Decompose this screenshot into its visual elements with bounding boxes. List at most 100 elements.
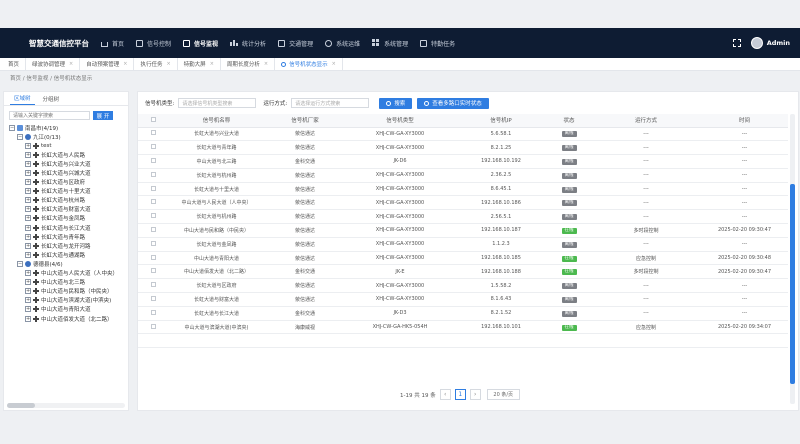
nav-item-6[interactable]: 系统管理 [366, 28, 414, 58]
row-checkbox[interactable] [150, 295, 156, 301]
row-select-cell[interactable] [138, 195, 168, 211]
tab-group-tree[interactable]: 分组树 [39, 92, 64, 105]
table-row[interactable]: 长虹大道与财富大道 荥信通达 XHJ-CW-GA-XY3000 8.1.6.43 离线 -… [138, 292, 788, 307]
close-icon[interactable]: × [123, 61, 127, 67]
row-checkbox[interactable] [150, 130, 156, 136]
toggle-icon[interactable]: + [25, 188, 31, 195]
nav-item-2[interactable]: 信号监视 [177, 28, 224, 58]
expand-button[interactable]: 展 开 [93, 111, 113, 120]
tree-node[interactable]: + 长虹大道与金凤路 [9, 214, 128, 223]
page-button[interactable]: 1 [454, 389, 466, 400]
close-icon[interactable]: × [210, 61, 214, 67]
row-select-cell[interactable] [138, 182, 168, 197]
tree-node[interactable]: + 中山大道佰发大道（北二路） [9, 314, 128, 323]
toggle-icon[interactable]: + [25, 142, 31, 149]
row-checkbox[interactable] [150, 254, 156, 260]
table-row[interactable]: 长虹大道与区政府 荥信通达 XHJ-CW-GA-XY3000 1.5.58.2 离线 --… [138, 278, 788, 294]
scrollbar-thumb[interactable] [7, 403, 35, 408]
nav-item-4[interactable]: 交通管理 [272, 28, 319, 58]
toggle-icon[interactable]: + [25, 160, 31, 167]
tab-6[interactable]: 信号机状态显示 × [275, 58, 343, 70]
table-row[interactable]: 长虹大道与杭州路 荥信通达 XHJ-CW-GA-XY3000 2.36.2.5 离线 --… [138, 168, 788, 183]
tree-node[interactable]: + 长虹大道与兴城大道 [9, 168, 128, 177]
close-icon[interactable]: × [264, 61, 268, 67]
multi-status-button[interactable]: 查看多路口实时状态 [417, 97, 489, 109]
row-checkbox[interactable] [150, 323, 156, 329]
fullscreen-icon[interactable] [732, 39, 741, 47]
table-row[interactable]: 长虹大道与金凤路 荥信通达 XHJ-CW-GA-XY3000 1.1.2.3 离线 ---… [138, 237, 788, 252]
row-checkbox[interactable] [150, 226, 156, 232]
table-row[interactable]: 中山大道与青阳大道 荥信通达 XHJ-CW-GA-XY3000 192.168.10.… [138, 251, 788, 266]
close-icon[interactable]: × [332, 61, 336, 67]
toggle-icon[interactable]: + [25, 288, 31, 295]
tree-node[interactable]: + 长虹大道与财富大道 [9, 205, 128, 214]
row-select-cell[interactable] [138, 278, 168, 294]
row-checkbox[interactable] [150, 144, 156, 150]
table-row[interactable]: 中山大道与北三路 金科交通 JK-D6 192.168.10.192 离线 --- --- [138, 154, 788, 169]
table-row[interactable]: 长虹大道与长江大道 金科交通 JK-D3 8.2.1.52 离线 --- --- [138, 306, 788, 321]
tree-node[interactable]: − 九江(0/13) [9, 132, 128, 141]
close-icon[interactable]: × [166, 61, 170, 67]
select-all-header[interactable] [138, 114, 168, 128]
row-checkbox[interactable] [150, 213, 156, 219]
table-vertical-scrollbar[interactable] [790, 114, 795, 404]
tree-node[interactable]: + 长虹大道与兴业大道 [9, 159, 128, 168]
row-checkbox[interactable] [150, 185, 156, 191]
next-page-button[interactable]: › [469, 389, 481, 400]
tab-2[interactable]: 自动预案管理 × [80, 58, 135, 70]
table-row[interactable]: 中山大道与人民大道（人中央） 荥信通达 XHJ-CW-GA-XY3000 192.16… [138, 195, 788, 211]
tab-area-tree[interactable]: 区域树 [10, 92, 35, 105]
toggle-icon[interactable]: + [25, 270, 31, 277]
tree-node[interactable]: + 长虹大道与通湖路 [9, 250, 128, 259]
tree-node[interactable]: − 德德县(4/6) [9, 259, 128, 268]
toggle-icon[interactable]: − [9, 124, 15, 131]
row-checkbox[interactable] [150, 157, 156, 163]
row-select-cell[interactable] [138, 223, 168, 238]
tree-node[interactable]: + 中山大道与民和路（中民央） [9, 287, 128, 296]
row-checkbox[interactable] [150, 282, 156, 288]
row-select-cell[interactable] [138, 168, 168, 183]
toggle-icon[interactable]: + [25, 179, 31, 186]
table-row[interactable]: 长虹大道与机州路 荥信通达 XHJ-CW-GA-XY3000 2.56.5.1 离线 --… [138, 209, 788, 225]
tree-node[interactable]: + 长虹大道与区政府 [9, 178, 128, 187]
row-select-cell[interactable] [138, 209, 168, 225]
toggle-icon[interactable]: + [25, 233, 31, 240]
row-checkbox[interactable] [150, 171, 156, 177]
close-icon[interactable]: × [69, 61, 73, 67]
tab-4[interactable]: 特勤大屏 × [178, 58, 221, 70]
row-select-cell[interactable] [138, 320, 168, 335]
table-row[interactable]: 长虹大道与十里大道 荥信通达 XHJ-CW-GA-XY3000 8.6.45.1 离线 -… [138, 182, 788, 197]
row-select-cell[interactable] [138, 264, 168, 280]
tree-node[interactable]: + 中山大道与青阳大道 [9, 305, 128, 314]
row-checkbox[interactable] [150, 309, 156, 315]
tree-node[interactable]: + test [9, 141, 128, 150]
tree-node[interactable]: + 长虹大道与青年路 [9, 232, 128, 241]
tab-3[interactable]: 执行任务 × [134, 58, 178, 70]
tree-node[interactable]: + 长虹大道与十里大道 [9, 187, 128, 196]
tree-search-input[interactable] [9, 111, 90, 120]
tree-node[interactable]: + 长虹大道与杭州路 [9, 196, 128, 205]
toggle-icon[interactable]: + [25, 315, 31, 322]
page-size-select[interactable]: 20 条/页 [486, 389, 520, 400]
row-select-cell[interactable] [138, 237, 168, 252]
row-select-cell[interactable] [138, 154, 168, 169]
tree-node[interactable]: + 长虹大道与人民路 [9, 150, 128, 159]
toggle-icon[interactable]: + [25, 242, 31, 249]
toggle-icon[interactable]: + [25, 206, 31, 213]
row-select-cell[interactable] [138, 292, 168, 307]
tree-node[interactable]: − 南昌市(4/19) [9, 123, 128, 132]
user-name[interactable]: Admin [767, 39, 790, 47]
nav-item-3[interactable]: 统计分析 [224, 28, 272, 58]
nav-item-1[interactable]: 信号控制 [130, 28, 177, 58]
toggle-icon[interactable]: + [25, 306, 31, 313]
select-all-checkbox[interactable] [150, 116, 156, 122]
nav-item-7[interactable]: 特勤任务 [414, 28, 461, 58]
table-row[interactable]: 长虹大道与青年路 荥信通达 XHJ-CW-GA-XY3000 8.2.1.25 离线 --… [138, 140, 788, 156]
toggle-icon[interactable]: + [25, 215, 31, 222]
toggle-icon[interactable]: + [25, 224, 31, 231]
table-row[interactable] [138, 333, 788, 349]
row-select-cell[interactable] [138, 333, 168, 349]
tree-node[interactable]: + 中山大道与北三路 [9, 278, 128, 287]
row-checkbox[interactable] [150, 268, 156, 274]
table-row[interactable]: 中山大道与滨湖大道(中滨央) 海康威视 XHJ-CW-GA-HK5-054H 192.… [138, 320, 788, 335]
